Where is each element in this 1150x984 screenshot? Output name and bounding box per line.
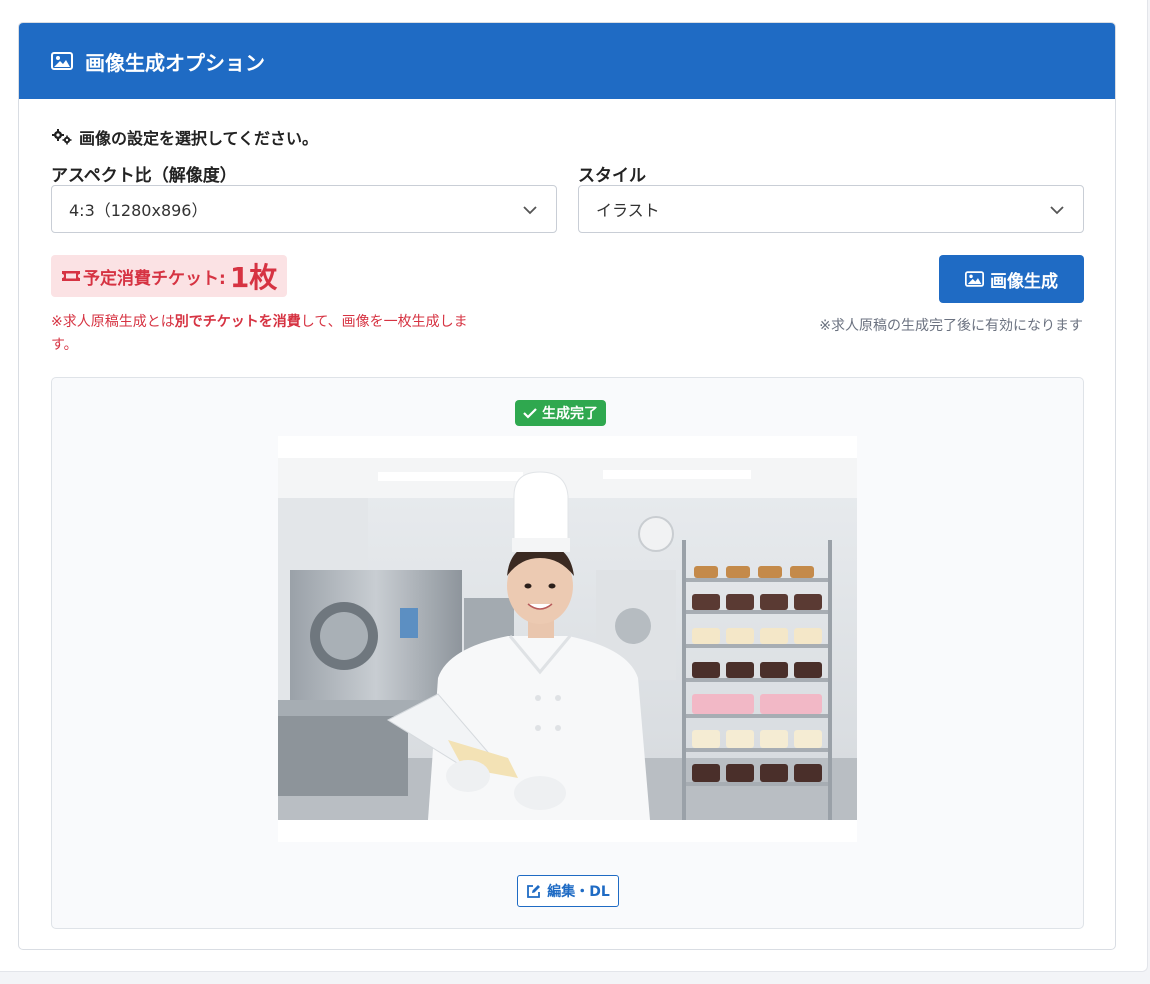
ticket-note-prefix: ※求人原稿生成とは <box>51 314 175 330</box>
card-header: 画像生成オプション <box>19 23 1115 99</box>
chevron-down-icon <box>1049 202 1065 216</box>
status-text: 生成完了 <box>542 406 598 422</box>
edit-download-button[interactable]: 編集・DL <box>517 875 619 907</box>
card-title: 画像生成オプション <box>85 50 265 75</box>
ticket-cost-badge: 予定消費チケット: 1枚 <box>51 255 288 297</box>
edit-download-label: 編集・DL <box>547 884 610 900</box>
aspect-ratio-select[interactable]: 4:3（1280x896） <box>51 185 557 233</box>
generate-button-label: 画像生成 <box>990 271 1058 292</box>
ticket-note-bold: 別でチケットを消費 <box>174 314 301 330</box>
style-value: イラスト <box>596 201 660 220</box>
gears-icon <box>51 129 73 145</box>
edit-icon <box>526 884 541 899</box>
ticket-note: ※求人原稿生成とは別でチケットを消費して、画像を一枚生成します。 <box>51 311 471 357</box>
check-icon <box>523 407 537 419</box>
status-badge: 生成完了 <box>515 400 606 426</box>
chevron-down-icon <box>522 202 538 216</box>
ticket-icon <box>61 269 81 283</box>
result-panel: 生成完了 編集・DL <box>51 377 1084 929</box>
generated-image-frame <box>278 436 857 842</box>
image-options-card: 画像生成オプション 画像の設定を選択してください。 アスペクト比（解像度） 4:… <box>18 22 1116 950</box>
ticket-label: 予定消費チケット: <box>83 268 226 289</box>
generate-note: ※求人原稿の生成完了後に有効になります <box>819 318 1083 334</box>
aspect-ratio-value: 4:3（1280x896） <box>69 201 208 220</box>
generate-image-button[interactable]: 画像生成 <box>939 255 1084 303</box>
image-icon <box>51 52 73 70</box>
style-label: スタイル <box>578 166 646 186</box>
instruction: 画像の設定を選択してください。 <box>51 125 318 149</box>
instruction-text: 画像の設定を選択してください。 <box>79 129 319 148</box>
generated-image[interactable] <box>278 458 857 820</box>
ticket-count: 1枚 <box>229 261 278 294</box>
page-container: 画像生成オプション 画像の設定を選択してください。 アスペクト比（解像度） 4:… <box>0 0 1148 972</box>
aspect-ratio-label: アスペクト比（解像度） <box>51 166 237 186</box>
style-select[interactable]: イラスト <box>578 185 1084 233</box>
image-icon <box>965 271 984 287</box>
